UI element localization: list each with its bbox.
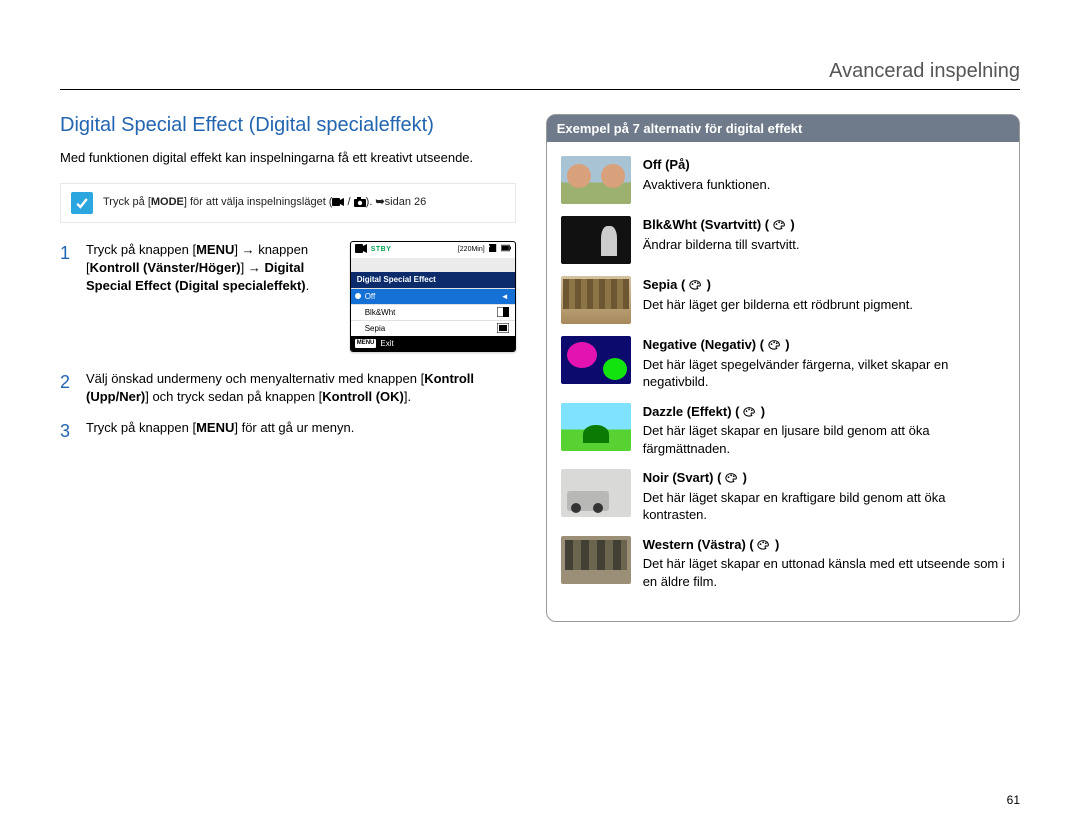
effect-row-noir: Noir (Svart) ( ) Det här läget skapar en …: [561, 469, 1005, 524]
effect-sepia-small-icon: [497, 323, 509, 333]
effect-row-bw: Blk&Wht (Svartvitt) ( ) Ändrar bilderna t…: [561, 216, 1005, 264]
effect-palette-icon: ( ): [732, 404, 766, 419]
effect-palette-icon: ( ): [677, 277, 711, 292]
page-ref-arrow: ➥: [375, 196, 384, 208]
note-mid: ] för att välja inspelningsläget (: [184, 196, 333, 208]
lcd-stby: STBY: [371, 245, 392, 255]
effect-name: Negative (Negativ) ( ): [643, 336, 1005, 354]
step-1: 1 STBY [220Min]: [60, 241, 516, 359]
video-mode-icon: [332, 196, 344, 208]
effect-row-western: Western (Västra) ( )Det här läget skapar…: [561, 536, 1005, 591]
effect-palette-icon: ( ): [746, 537, 780, 552]
effect-palette-icon: ( ): [761, 217, 795, 232]
step-number: 1: [60, 241, 76, 359]
effect-thumb-neg: [561, 336, 631, 384]
battery-icon: [501, 244, 511, 256]
effect-info: Off (På) Avaktivera funktionen.: [643, 156, 771, 204]
steps-list: 1 STBY [220Min]: [60, 241, 516, 444]
effect-info: Dazzle (Effekt) ( )Det här läget skapar …: [643, 403, 1005, 458]
effect-info: Blk&Wht (Svartvitt) ( ) Ändrar bilderna t…: [643, 216, 800, 264]
note-prefix: Tryck på [: [103, 196, 151, 208]
left-column: Digital Special Effect (Digital speciale…: [60, 114, 516, 622]
camera-lcd-mock: STBY [220Min] Dig: [350, 241, 516, 353]
effect-desc: Det här läget skapar en uttonad känsla m…: [643, 555, 1005, 590]
step-3: 3 Tryck på knappen [MENU] för att gå ur …: [60, 419, 516, 444]
effect-thumb-off: [561, 156, 631, 204]
effect-desc: Ändrar bilderna till svartvitt.: [643, 236, 800, 254]
effect-thumb-noir: [561, 469, 631, 517]
effect-thumb-western: [561, 536, 631, 584]
arrow-right-icon: →: [248, 260, 261, 275]
effect-row-dazzle: Dazzle (Effekt) ( )Det här läget skapar …: [561, 403, 1005, 458]
effect-info: Western (Västra) ( )Det här läget skapar…: [643, 536, 1005, 591]
video-small-icon: [355, 244, 367, 257]
lcd-icon-row: [351, 258, 515, 272]
mode-note-text: Tryck på [MODE] för att välja inspelning…: [103, 195, 426, 209]
effect-name: Off (På): [643, 156, 771, 174]
effect-desc: Det här läget spegelvänder färgerna, vil…: [643, 356, 1005, 391]
page-header: Avancerad inspelning: [60, 60, 1020, 90]
effect-info: Negative (Negativ) ( ) Det här läget speg…: [643, 336, 1005, 391]
effect-thumb-bw: [561, 216, 631, 264]
lcd-item-bw: Blk&Wht: [351, 304, 515, 320]
right-column: Exempel på 7 alternativ för digital effe…: [546, 114, 1020, 622]
photo-mode-icon: [354, 196, 366, 208]
effect-name: Dazzle (Effekt) ( ): [643, 403, 1005, 421]
lcd-footer: MENU Exit: [351, 336, 515, 351]
step-1-text: STBY [220Min] Dig: [86, 241, 516, 359]
effect-row-sepia: Sepia ( ) Det här läget ger bilderna ett …: [561, 276, 1005, 324]
examples-panel: Exempel på 7 alternativ för digital effe…: [546, 114, 1020, 622]
effect-info: Sepia ( ) Det här läget ger bilderna ett …: [643, 276, 913, 324]
lcd-exit: Exit: [380, 338, 393, 349]
note-suffix: ).: [366, 196, 376, 208]
step-2-text: Välj önskad undermeny och menyalternativ…: [86, 370, 516, 406]
mode-note: Tryck på [MODE] för att välja inspelning…: [60, 183, 516, 223]
effect-palette-icon: ( ): [756, 337, 790, 352]
page-number: 61: [1007, 793, 1020, 807]
effects-container: Off (På) Avaktivera funktionen. Blk&Wht (S…: [561, 156, 1005, 591]
check-icon: [71, 192, 93, 214]
effect-desc: Avaktivera funktionen.: [643, 176, 771, 194]
effect-row-off: Off (På) Avaktivera funktionen.: [561, 156, 1005, 204]
section-intro: Med funktionen digital effekt kan inspel…: [60, 149, 516, 167]
effect-desc: Det här läget skapar en ljusare bild gen…: [643, 422, 1005, 457]
effect-bw-small-icon: [497, 307, 509, 317]
effect-palette-icon: ( ): [714, 470, 748, 485]
sd-icon: [488, 244, 498, 256]
effect-info: Noir (Svart) ( ) Det här läget skapar en …: [643, 469, 1005, 524]
effect-name: Western (Västra) ( ): [643, 536, 1005, 554]
section-title: Digital Special Effect (Digital speciale…: [60, 114, 516, 137]
step-number: 2: [60, 370, 76, 406]
step-number: 3: [60, 419, 76, 444]
effect-name: Noir (Svart) ( ): [643, 469, 1005, 487]
lcd-item-sepia: Sepia: [351, 320, 515, 336]
lcd-item-off: Off: [351, 288, 515, 304]
step-2: 2 Välj önskad undermeny och menyalternat…: [60, 370, 516, 406]
note-page: sidan 26: [385, 196, 427, 208]
effect-desc: Det här läget skapar en kraftigare bild …: [643, 489, 1005, 524]
effect-thumb-sepia: [561, 276, 631, 324]
arrow-right-icon: →: [242, 242, 255, 257]
examples-title: Exempel på 7 alternativ för digital effe…: [547, 115, 1019, 142]
effect-desc: Det här läget ger bilderna ett rödbrunt …: [643, 296, 913, 314]
content-columns: Digital Special Effect (Digital speciale…: [60, 114, 1020, 622]
note-mode: MODE: [151, 196, 184, 208]
lcd-menu-chip: MENU: [355, 339, 377, 347]
lcd-menu-label: Digital Special Effect: [351, 272, 515, 287]
effect-name: Sepia ( ): [643, 276, 913, 294]
effect-name: Blk&Wht (Svartvitt) ( ): [643, 216, 800, 234]
effect-row-neg: Negative (Negativ) ( ) Det här läget speg…: [561, 336, 1005, 391]
effect-thumb-dazzle: [561, 403, 631, 451]
lcd-time: [220Min]: [458, 245, 485, 255]
step-3-text: Tryck på knappen [MENU] för att gå ur me…: [86, 419, 516, 444]
